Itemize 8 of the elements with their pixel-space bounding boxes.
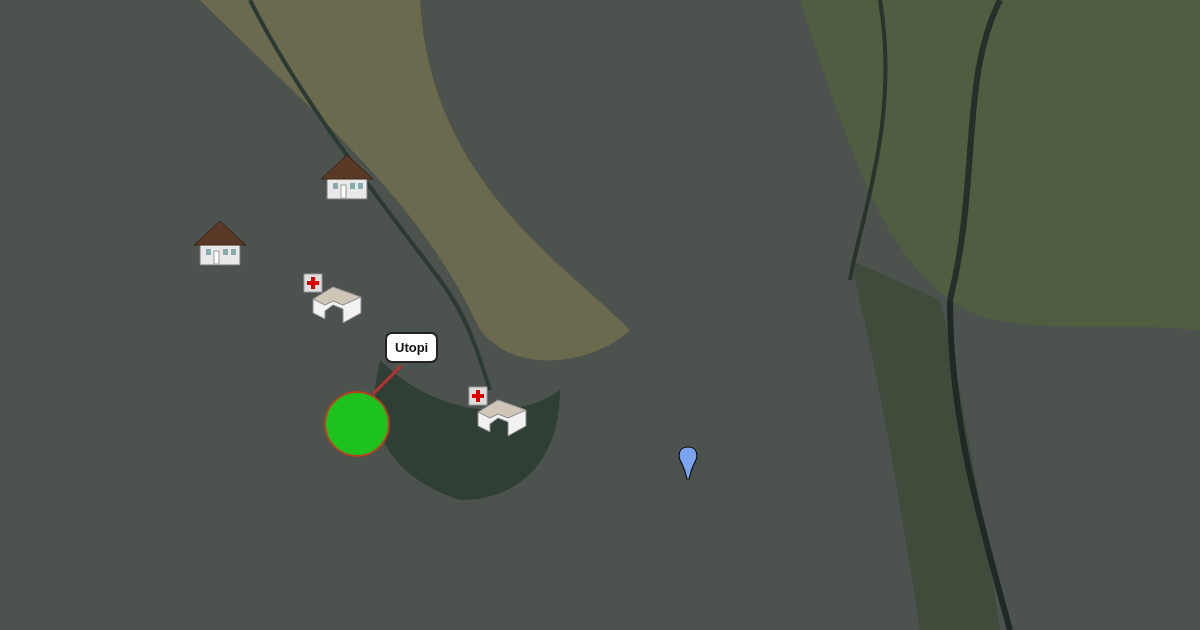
- marker-label: Utopi: [385, 332, 439, 363]
- hospital-icon[interactable]: [303, 273, 365, 325]
- area-circle-marker[interactable]: [323, 390, 391, 458]
- house-icon[interactable]: [192, 219, 248, 267]
- hospital-icon[interactable]: [468, 386, 530, 438]
- leader-line: [371, 364, 403, 396]
- house-icon[interactable]: [319, 153, 375, 201]
- map-pin-icon[interactable]: [678, 446, 698, 480]
